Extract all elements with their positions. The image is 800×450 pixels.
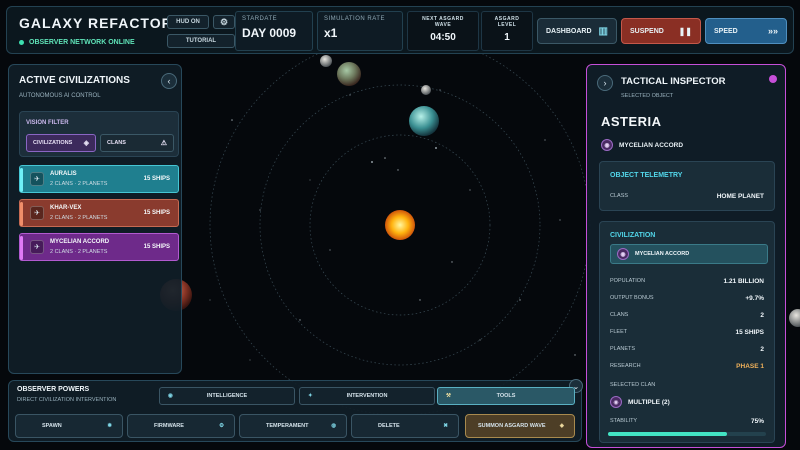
civ-color-bar [20,202,23,226]
asgard-level-value: 1 [504,32,510,43]
sun[interactable] [385,210,415,240]
civ-color-bar [20,168,23,192]
spawn-button[interactable]: SPAWN ✹ [15,414,123,438]
clan-emblem-icon: ◉ [610,396,622,408]
chevron-right-icon: › [603,78,607,88]
temperament-button[interactable]: TEMPERAMENT ◍ [239,414,347,438]
intelligence-icon: ◉ [168,393,173,399]
dashboard-icon: ▥ [598,25,608,37]
object-name: ASTERIA [601,114,662,129]
delete-button[interactable]: DELETE ✖ [351,414,459,438]
stat-row-fleet: FLEET 15 SHIPS [610,329,764,336]
civilization-chip[interactable]: ◉ MYCELIAN ACCORD [610,244,768,264]
ship-icon: ✈ [30,206,44,220]
powers-title: OBSERVER POWERS [17,386,90,393]
inspector-title: TACTICAL INSPECTOR [621,76,726,87]
stat-row-output-bonus: OUTPUT BONUS +9.7% [610,295,764,302]
stability-bar-fill [608,432,727,436]
app-title: GALAXY REFACTOR [19,15,173,31]
panel-title: ACTIVE CIVILIZATIONS [19,75,130,86]
expand-inspector-button[interactable]: › [597,75,613,91]
active-civilizations-panel: ACTIVE CIVILIZATIONS AUTONOMOUS AI CONTR… [8,64,182,374]
stat-row-research: RESEARCH PHASE 1 [610,363,764,370]
selected-clan-value[interactable]: ◉ MULTIPLE (2) [610,396,764,408]
planet[interactable] [421,85,431,95]
suspend-button[interactable]: SUSPEND ❚❚ [621,18,701,44]
panel-subtitle: AUTONOMOUS AI CONTROL [19,93,101,99]
intervention-icon: ✦ [308,393,313,399]
pause-icon: ❚❚ [678,26,692,36]
speed-button[interactable]: SPEED »» [705,18,787,44]
tools-icon: ⚒ [446,393,451,399]
clans-icon: ⚠ [160,140,167,147]
asgard-level-readout: ASGARD LEVEL 1 [481,11,533,51]
civilization-section: CIVILIZATION ◉ MYCELIAN ACCORD POPULATIO… [599,221,775,443]
civ-color-bar [20,236,23,260]
filter-clans-button[interactable]: CLANS ⚠ [100,134,174,152]
simulation-rate-value: x1 [324,26,338,40]
civilization-title: CIVILIZATION [610,232,656,239]
firmware-icon: ⚙ [219,423,224,429]
ship-icon: ✈ [30,240,44,254]
stat-row-population: POPULATION 1.21 BILLION [610,278,764,285]
online-dot-icon [19,39,24,45]
tactical-inspector-panel: › TACTICAL INSPECTOR SELECTED OBJECT AST… [586,64,786,448]
civ-row-khar-vex[interactable]: ✈ KHAR-VEX 2 CLANS · 2 PLANETS 15 SHIPS [19,199,179,227]
observer-powers-panel: OBSERVER POWERS DIRECT CIVILIZATION INTE… [8,379,583,442]
collapse-button[interactable]: ‹ [161,73,177,89]
selected-clan-label: SELECTED CLAN [610,382,656,388]
summon-asgard-wave-button[interactable]: SUMMON ASGARD WAVE ◈ [465,414,575,438]
dashboard-button[interactable]: DASHBOARD ▥ [537,18,617,44]
spawn-icon: ✹ [107,423,112,429]
stardate-readout: STARDATE DAY 0009 [235,11,313,51]
mycelian-emblem-icon: ◉ [617,248,629,260]
hud-toggle-button[interactable]: HUD ON [167,15,209,29]
stat-row-clans: CLANS 2 [610,312,764,319]
stardate-value: DAY 0009 [242,26,297,40]
mycelian-emblem-icon: ◉ [601,139,613,151]
object-civilization: ◉ MYCELIAN ACCORD [601,139,683,151]
chevron-left-icon: ‹ [167,76,171,86]
temperament-icon: ◍ [331,423,336,429]
civ-row-mycelian-accord[interactable]: ✈ MYCELIAN ACCORD 2 CLANS · 2 PLANETS 15… [19,233,179,261]
next-wave-timer: 04:50 [430,32,456,43]
stability-bar [608,432,766,436]
stat-row-planets: PLANETS 2 [610,346,764,353]
powers-subtitle: DIRECT CIVILIZATION INTERVENTION [17,397,117,403]
inspector-subtitle: SELECTED OBJECT [621,93,674,99]
fast-forward-icon: »» [767,26,778,36]
tab-intervention[interactable]: ✦ INTERVENTION [299,387,435,405]
civilizations-icon: ◈ [83,140,89,147]
settings-button[interactable]: ⚙ [213,15,235,29]
vision-filter: VISION FILTER CIVILIZATIONS ◈ CLANS ⚠ [19,111,179,157]
top-bar: GALAXY REFACTOR OBSERVER NETWORK ONLINE … [6,6,794,54]
tutorial-button[interactable]: TUTORIAL [167,34,235,48]
tab-intelligence[interactable]: ◉ INTELLIGENCE [159,387,295,405]
delete-icon: ✖ [443,423,448,429]
gear-icon: ⚙ [219,16,229,27]
ship-icon: ✈ [30,172,44,186]
firmware-button[interactable]: FIRMWARE ⚙ [127,414,235,438]
next-wave-readout: NEXT ASGARD WAVE 04:50 [407,11,479,51]
stability-row: STABILITY 75% [610,418,764,425]
filter-civilizations-button[interactable]: CIVILIZATIONS ◈ [26,134,96,152]
selection-indicator-dot [769,75,777,83]
planet[interactable] [337,62,361,86]
object-telemetry-section: OBJECT TELEMETRY CLASS HOME PLANET [599,161,775,211]
simulation-rate-readout: SIMULATION RATE x1 [317,11,403,51]
planet[interactable] [320,55,332,67]
telemetry-title: OBJECT TELEMETRY [610,172,683,179]
network-status: OBSERVER NETWORK ONLINE [19,39,135,46]
telemetry-class-row: CLASS HOME PLANET [610,193,764,200]
planet-asteria[interactable] [409,106,439,136]
tab-tools[interactable]: ⚒ TOOLS [437,387,575,405]
asgard-icon: ◈ [559,423,564,429]
civ-row-auralis[interactable]: ✈ AURALIS 2 CLANS · 2 PLANETS 15 SHIPS [19,165,179,193]
